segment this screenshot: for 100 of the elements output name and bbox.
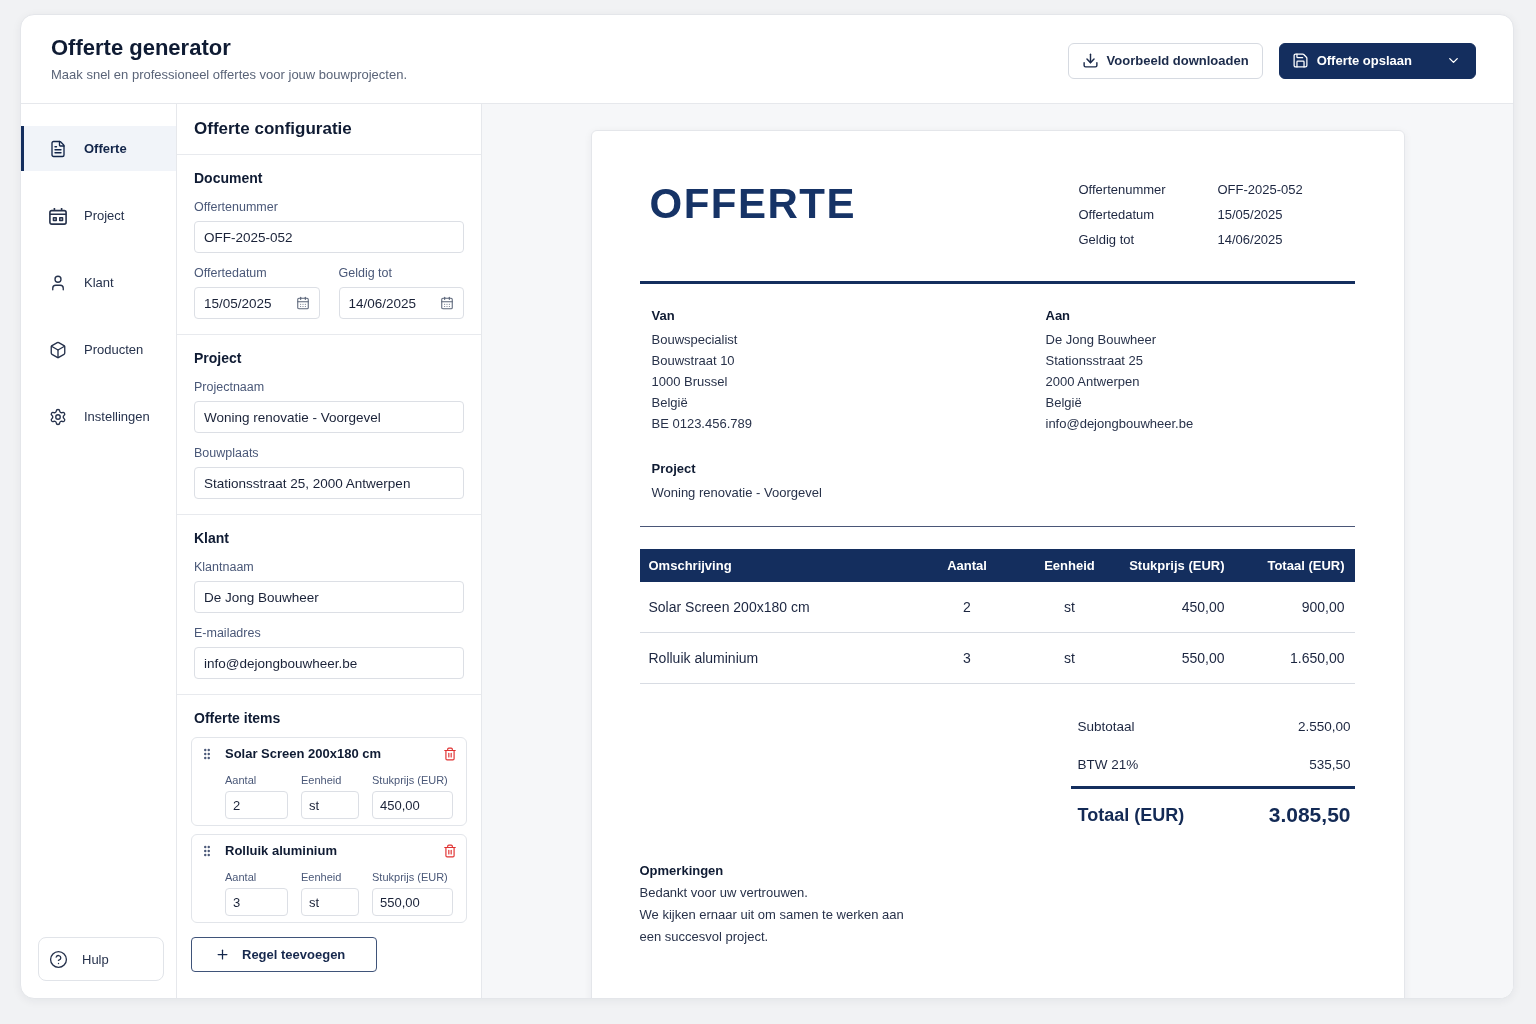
text-field[interactable]: 3 xyxy=(225,888,288,916)
panel-title: Offerte configuratie xyxy=(177,104,481,155)
text-field[interactable]: st xyxy=(301,888,359,916)
address-line: België xyxy=(1045,394,1083,412)
sidebar-item[interactable]: Producten xyxy=(21,327,176,372)
person-icon xyxy=(49,273,67,292)
add-row-button[interactable]: Regel teevoegen xyxy=(191,937,377,972)
notes-heading: Opmerkingen xyxy=(639,862,725,880)
sidebar-item[interactable]: Instellingen xyxy=(21,394,176,439)
section-title: Document xyxy=(194,169,264,188)
document-title: OFFERTE xyxy=(649,179,857,229)
text-field[interactable]: Woning renovatie - Voorgevel xyxy=(194,401,464,433)
address-line: De Jong Bouwheer xyxy=(1045,331,1158,349)
table-cell-text: st xyxy=(1063,599,1076,615)
summary-value: 535,50 xyxy=(1309,756,1351,772)
table-cell-text: Solar Screen 200x180 cm xyxy=(647,599,811,615)
calendar-icon xyxy=(295,296,310,310)
address-line: Bouwstraat 10 xyxy=(651,352,736,370)
item-name: Rolluik aluminium xyxy=(225,842,338,860)
meta-label: Offertedatum xyxy=(1078,206,1156,224)
field-label: Eenheid xyxy=(301,870,343,884)
address-line: Stationsstraat 25 xyxy=(1045,352,1145,370)
address-line: België xyxy=(651,394,689,412)
text-field[interactable]: 450,00 xyxy=(372,791,453,819)
text-field[interactable]: 550,00 xyxy=(372,888,453,916)
text-field[interactable]: info@dejongbouwheer.be xyxy=(194,647,464,679)
calendar-icon xyxy=(440,296,454,310)
meta-value: 14/06/2025 xyxy=(1217,231,1284,249)
text-field[interactable]: Stationsstraat 25, 2000 Antwerpen xyxy=(194,467,464,499)
table-cell-text: 2 xyxy=(962,599,972,615)
table-cell-text: 450,00 xyxy=(1180,599,1226,615)
field-label: Offertedatum xyxy=(194,265,268,281)
section-title: Offerte items xyxy=(194,709,282,728)
column-header: Aantal xyxy=(946,558,988,573)
address-line: Bouwspecialist xyxy=(651,331,739,349)
address-line: 1000 Brussel xyxy=(651,373,729,391)
section-title: Project xyxy=(194,349,243,368)
meta-label: Offertenummer xyxy=(1078,181,1167,199)
field-label: Projectnaam xyxy=(194,379,266,395)
document-icon xyxy=(49,139,67,158)
column-header: Eenheid xyxy=(1043,558,1096,573)
field-label: Bouwplaats xyxy=(194,445,260,461)
help-button[interactable]: Hulp xyxy=(38,937,164,981)
notes-text: Bedankt voor uw vertrouwen. xyxy=(639,884,809,902)
column-header: Stukprijs (EUR) xyxy=(1128,558,1226,573)
settings-icon xyxy=(49,407,67,426)
text-field[interactable]: De Jong Bouwheer xyxy=(194,581,464,613)
notes-text: We kijken ernaar uit om samen te werken aan een succesvol project. xyxy=(639,906,905,946)
save-button[interactable]: Offerte opslaan xyxy=(1278,42,1476,79)
table-cell-text: 550,00 xyxy=(1180,650,1226,666)
total-label: Totaal (EUR) xyxy=(1077,804,1185,826)
party-heading: Aan xyxy=(1045,307,1072,325)
table-cell-text: 3 xyxy=(962,650,972,666)
field-label: E-mailadres xyxy=(194,625,262,641)
field-label: Offertenummer xyxy=(194,199,279,215)
project-name: Woning renovatie - Voorgevel xyxy=(651,484,823,502)
field-label: Stukprijs (EUR) xyxy=(372,773,449,787)
date-field[interactable]: 14/06/2025 xyxy=(338,287,464,319)
field-label: Geldig tot xyxy=(338,265,393,281)
address-line: info@dejongbouwheer.be xyxy=(1045,415,1195,433)
field-label: Aantal xyxy=(225,870,258,884)
download-button[interactable]: Voorbeeld downloaden xyxy=(1067,42,1263,79)
box-icon xyxy=(49,340,67,359)
meta-value: 15/05/2025 xyxy=(1217,206,1284,224)
table-cell-text: 900,00 xyxy=(1300,599,1346,615)
trash-icon[interactable] xyxy=(443,844,457,858)
sidebar-item[interactable]: Project xyxy=(21,193,176,238)
sidebar-item[interactable]: Offerte xyxy=(21,126,176,171)
table-cell-text: st xyxy=(1063,650,1076,666)
total-value: 3.085,50 xyxy=(1268,803,1351,827)
app-title: Offerte generator xyxy=(51,34,232,62)
party-heading: Van xyxy=(651,307,676,325)
text-field[interactable]: st xyxy=(301,791,359,819)
summary-value: 2.550,00 xyxy=(1297,718,1351,734)
project-heading: Project xyxy=(651,460,697,478)
download-icon xyxy=(1081,52,1099,69)
field-label: Klantnaam xyxy=(194,559,255,575)
item-name: Solar Screen 200x180 cm xyxy=(225,745,383,763)
meta-label: Geldig tot xyxy=(1078,231,1136,249)
column-header: Totaal (EUR) xyxy=(1266,558,1346,573)
plus-icon xyxy=(215,947,230,962)
field-label: Aantal xyxy=(225,773,258,787)
trash-icon[interactable] xyxy=(443,747,457,761)
app-subtitle: Maak snel en professioneel offertes voor jouw bouwprojecten. xyxy=(51,66,408,84)
save-icon xyxy=(1291,52,1309,69)
address-line: 2000 Antwerpen xyxy=(1045,373,1141,391)
text-field[interactable]: 2 xyxy=(225,791,288,819)
table-cell-text: Rolluik aluminium xyxy=(647,650,760,666)
summary-label: Subtotaal xyxy=(1077,718,1135,734)
help-icon xyxy=(49,949,68,969)
summary-label: BTW 21% xyxy=(1077,756,1139,772)
text-field[interactable]: OFF-2025-052 xyxy=(194,221,464,253)
address-line: BE 0123.456.789 xyxy=(651,415,753,433)
calendar-icon xyxy=(49,206,67,225)
field-label: Stukprijs (EUR) xyxy=(372,870,449,884)
date-field[interactable]: 15/05/2025 xyxy=(194,287,320,319)
section-title: Klant xyxy=(194,529,230,548)
column-header: Omschrijving xyxy=(647,558,733,573)
sidebar-item[interactable]: Klant xyxy=(21,260,176,305)
meta-value: OFF-2025-052 xyxy=(1217,181,1304,199)
